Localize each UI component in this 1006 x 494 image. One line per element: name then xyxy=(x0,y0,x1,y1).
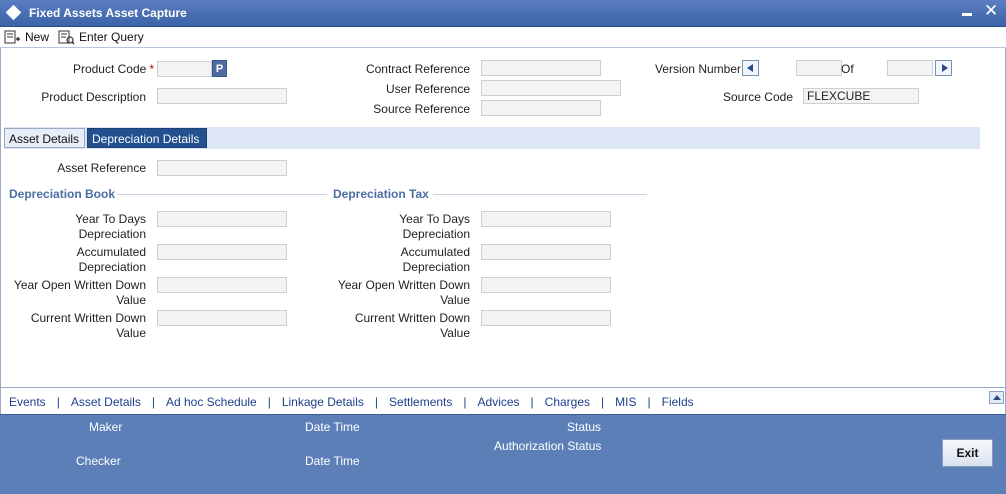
link-settlements[interactable]: Settlements xyxy=(389,395,452,409)
book-ytd-depreciation-input[interactable] xyxy=(157,211,287,227)
version-total-input[interactable] xyxy=(887,60,933,76)
chevron-left-icon xyxy=(747,64,753,72)
asset-reference-label: Asset Reference xyxy=(57,161,146,175)
new-button[interactable]: New xyxy=(4,28,49,46)
link-ad-hoc-schedule[interactable]: Ad hoc Schedule xyxy=(166,395,257,409)
link-fields[interactable]: Fields xyxy=(662,395,694,409)
user-reference-label: User Reference xyxy=(385,82,470,96)
depreciation-tax-divider xyxy=(433,194,647,195)
link-advices[interactable]: Advices xyxy=(478,395,520,409)
link-separator: | xyxy=(530,395,534,409)
checker-date-time-label: Date Time xyxy=(305,454,360,468)
tax-year-open-wdv-input[interactable] xyxy=(481,277,611,293)
tax-current-wdv-input[interactable] xyxy=(481,310,611,326)
link-separator: | xyxy=(647,395,651,409)
product-description-input[interactable] xyxy=(157,88,287,104)
scroll-up-button[interactable] xyxy=(989,391,1004,404)
tax-year-open-wdv-label: Year Open Written Down Value xyxy=(337,278,470,307)
window-title: Fixed Assets Asset Capture xyxy=(29,6,187,20)
link-separator: | xyxy=(463,395,467,409)
subsystem-links: Events | Asset Details | Ad hoc Schedule | Lin… xyxy=(9,395,694,409)
source-reference-label: Source Reference xyxy=(373,102,470,116)
status-label: Status xyxy=(567,420,602,434)
book-current-wdv-input[interactable] xyxy=(157,310,287,326)
depreciation-book-divider xyxy=(117,194,327,195)
maker-date-time-label: Date Time xyxy=(305,420,360,434)
required-marker: * xyxy=(149,62,154,76)
version-number-label: Version Number xyxy=(654,62,741,76)
previous-version-button[interactable] xyxy=(742,60,759,76)
tax-accumulated-depreciation-label: Accumulated Depreciation xyxy=(400,245,470,274)
authorization-status-label: Authorization Status xyxy=(494,439,602,453)
enter-query-button[interactable]: Enter Query xyxy=(58,28,144,46)
user-reference-input[interactable] xyxy=(481,80,621,96)
app-diamond-icon xyxy=(5,4,22,21)
tax-ytd-depreciation-label: Year To Days Depreciation xyxy=(399,212,470,241)
product-code-label: Product Code * xyxy=(72,62,154,76)
book-accumulated-depreciation-input[interactable] xyxy=(157,244,287,260)
book-year-open-wdv-input[interactable] xyxy=(157,277,287,293)
product-description-label: Product Description xyxy=(41,90,146,104)
chevron-right-icon xyxy=(942,64,948,72)
new-record-icon xyxy=(4,30,20,43)
chevron-up-icon xyxy=(993,395,1001,400)
version-of-label: Of xyxy=(841,62,854,76)
book-accumulated-depreciation-label: Accumulated Depreciation xyxy=(76,245,146,274)
book-ytd-depreciation-label: Year To Days Depreciation xyxy=(75,212,146,241)
depreciation-tax-header: Depreciation Tax xyxy=(333,187,429,201)
exit-button[interactable]: Exit xyxy=(942,439,993,467)
tax-ytd-depreciation-input[interactable] xyxy=(481,211,611,227)
book-year-open-wdv-label: Year Open Written Down Value xyxy=(13,278,146,307)
depreciation-book-header: Depreciation Book xyxy=(9,187,116,201)
source-code-input[interactable] xyxy=(803,88,919,104)
contract-reference-label: Contract Reference xyxy=(365,62,470,76)
product-code-input[interactable] xyxy=(157,61,212,77)
version-number-input[interactable] xyxy=(796,60,842,76)
window-title-bar: Fixed Assets Asset Capture ✕ xyxy=(0,0,1006,27)
tab-depreciation-details[interactable]: Depreciation Details xyxy=(87,128,207,148)
toolbar: New Enter Query xyxy=(0,27,1006,48)
close-icon[interactable]: ✕ xyxy=(984,2,998,20)
link-separator: | xyxy=(151,395,155,409)
source-reference-input[interactable] xyxy=(481,100,601,116)
subsystem-links-bar: Events | Asset Details | Ad hoc Schedule | Lin… xyxy=(0,387,1006,414)
contract-reference-input[interactable] xyxy=(481,60,601,76)
new-label: New xyxy=(25,30,50,44)
checker-label: Checker xyxy=(76,454,121,468)
maker-label: Maker xyxy=(89,420,123,434)
tab-strip: Asset Details Depreciation Details xyxy=(4,127,980,149)
product-code-lookup-button[interactable]: P xyxy=(212,60,227,77)
link-charges[interactable]: Charges xyxy=(545,395,590,409)
form-body: Product Code * P Product Description Cont… xyxy=(0,48,1006,387)
enter-query-label: Enter Query xyxy=(79,30,144,44)
link-separator: | xyxy=(56,395,60,409)
link-mis[interactable]: MIS xyxy=(615,395,636,409)
book-current-wdv-label: Current Written Down Value xyxy=(30,311,146,340)
link-separator: | xyxy=(601,395,605,409)
next-version-button[interactable] xyxy=(935,60,952,76)
tax-current-wdv-label: Current Written Down Value xyxy=(354,311,470,340)
minimize-icon[interactable] xyxy=(962,13,972,16)
link-linkage-details[interactable]: Linkage Details xyxy=(282,395,364,409)
audit-footer: Maker Checker Date Time Date Time Status… xyxy=(0,414,1006,494)
source-code-label: Source Code xyxy=(722,90,793,104)
asset-reference-input[interactable] xyxy=(157,160,287,176)
link-events[interactable]: Events xyxy=(9,395,46,409)
query-icon xyxy=(58,30,75,44)
link-separator: | xyxy=(267,395,271,409)
tax-accumulated-depreciation-input[interactable] xyxy=(481,244,611,260)
link-separator: | xyxy=(374,395,379,409)
tab-asset-details[interactable]: Asset Details xyxy=(4,128,85,148)
link-asset-details[interactable]: Asset Details xyxy=(71,395,141,409)
